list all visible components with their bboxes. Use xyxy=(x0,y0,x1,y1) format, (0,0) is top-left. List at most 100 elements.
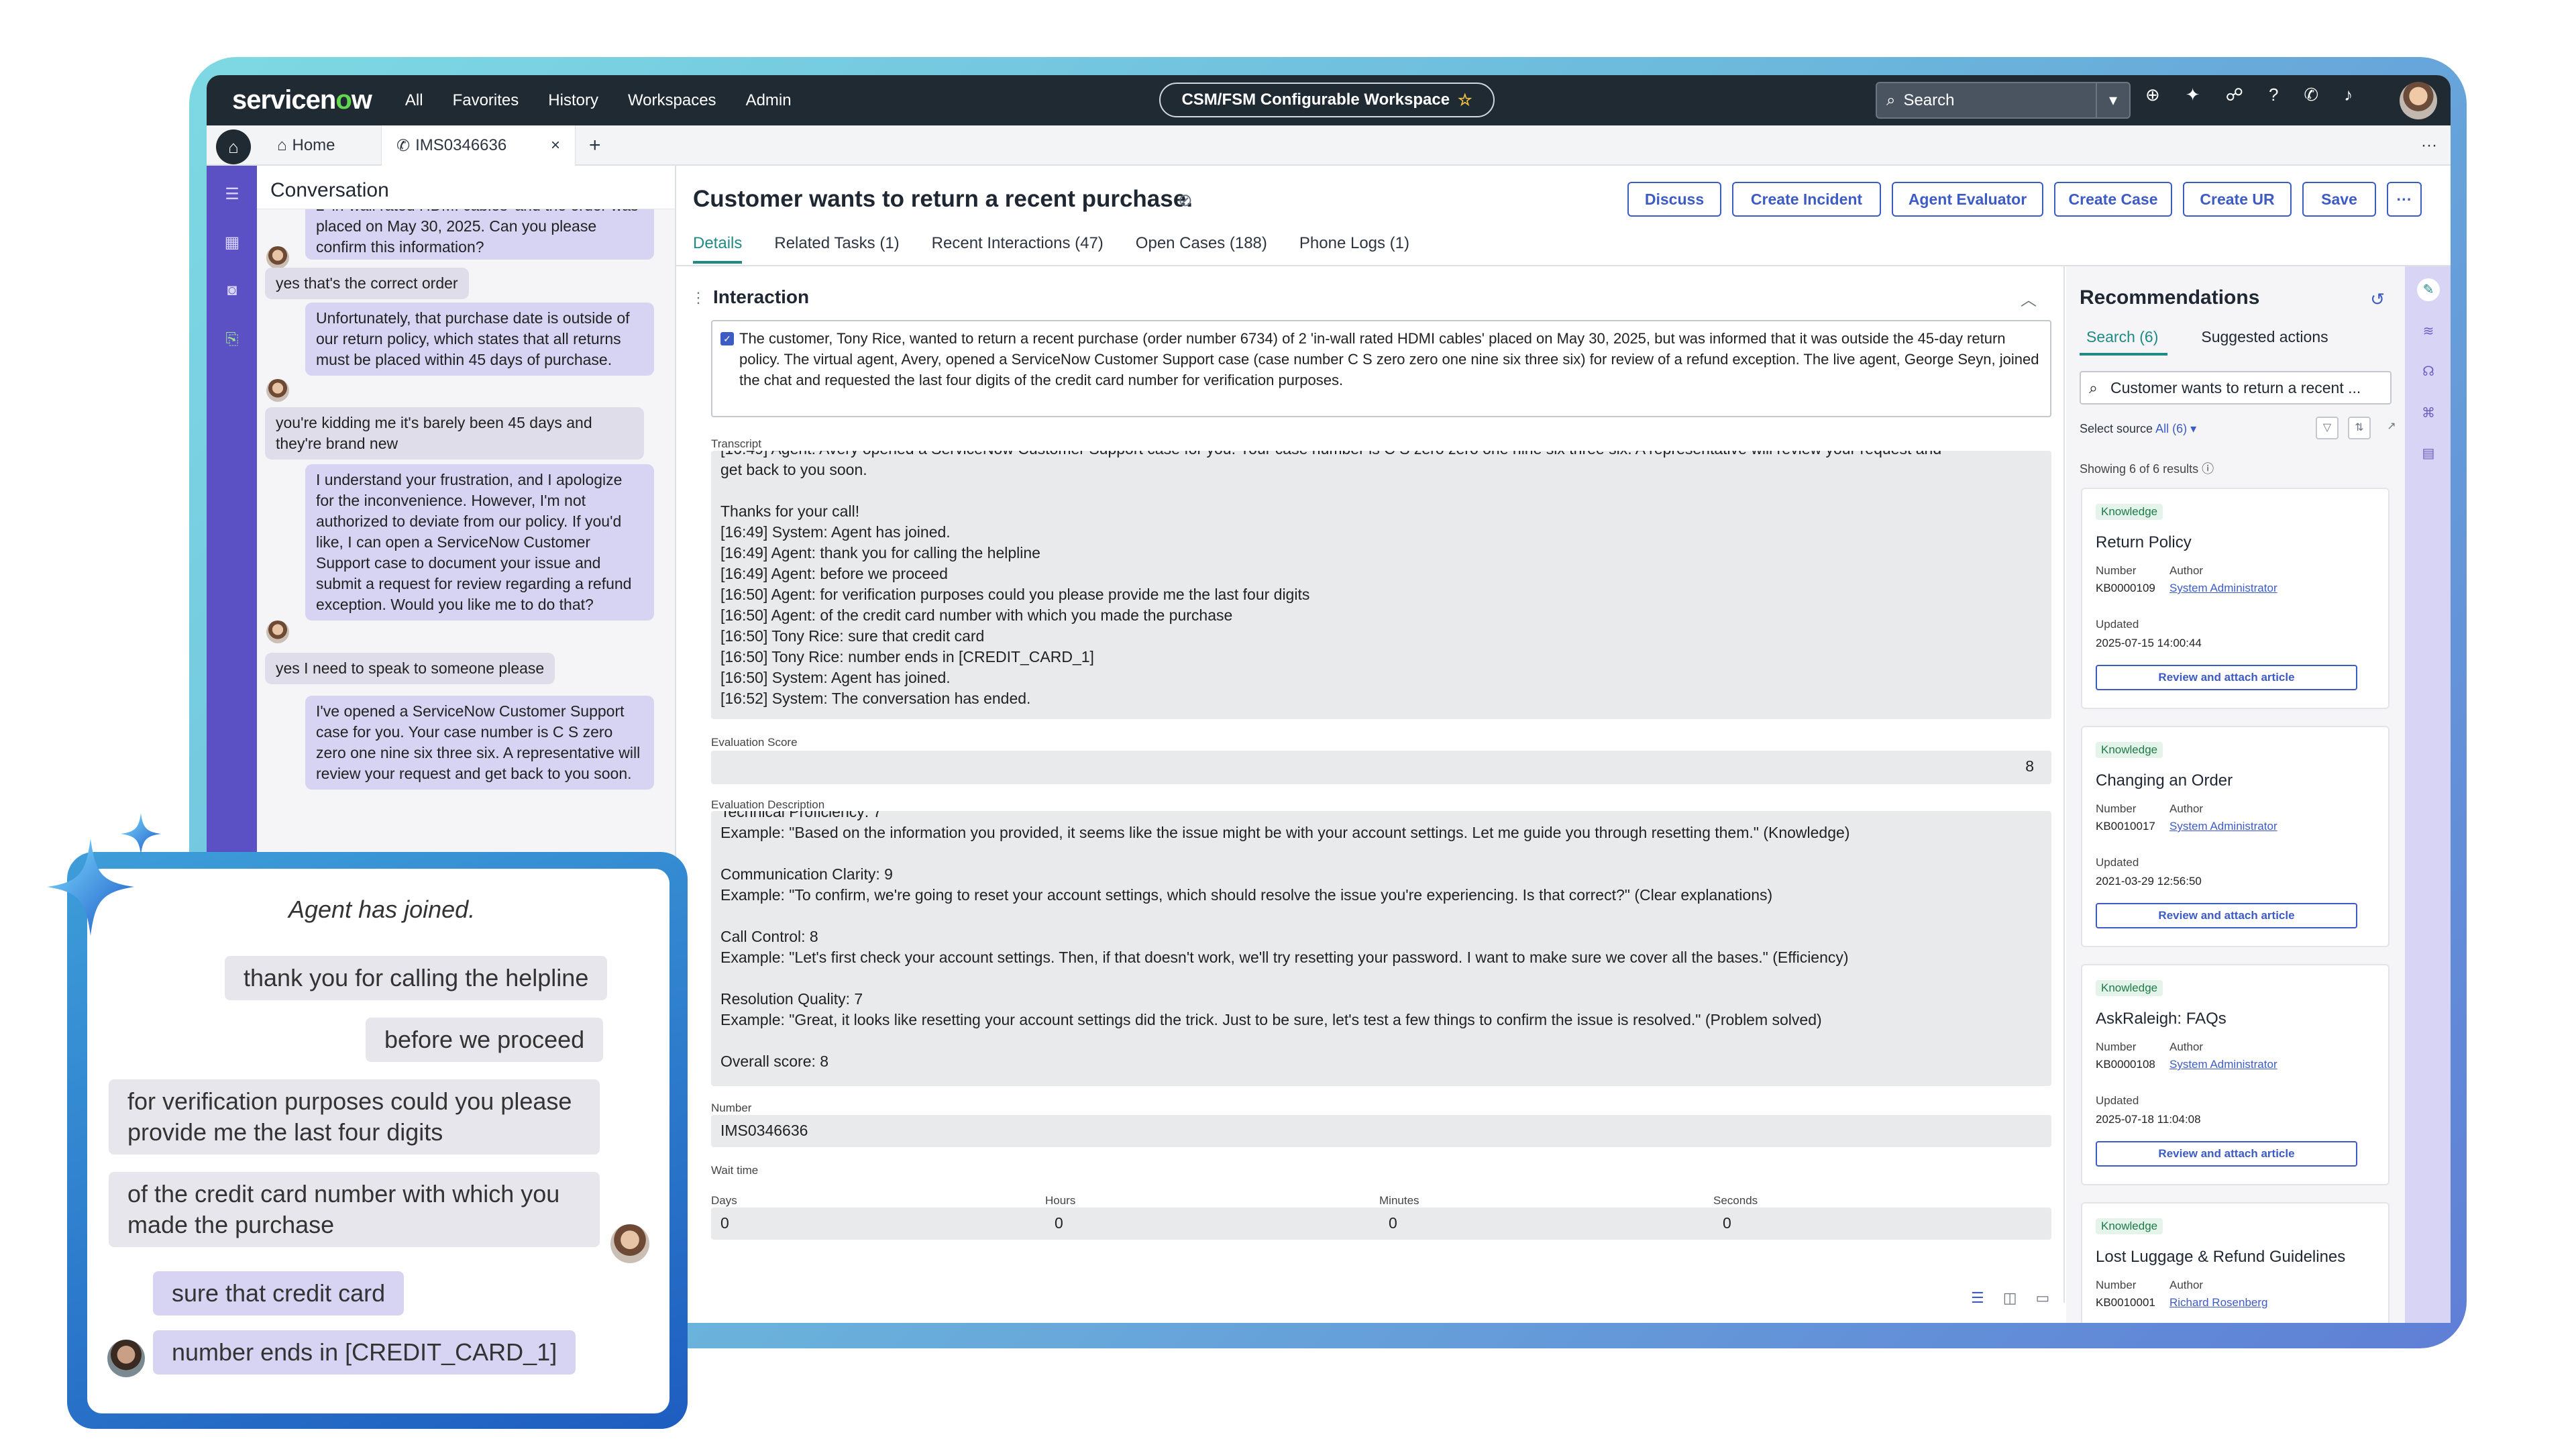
review-attach-button[interactable]: Review and attach article xyxy=(2096,665,2357,690)
star-icon[interactable]: ☆ xyxy=(1458,91,1472,110)
tab-recent-interactions[interactable]: Recent Interactions (47) xyxy=(932,234,1104,264)
chat-zoom-panel: Agent has joined. thank you for calling … xyxy=(87,869,669,1413)
author-link[interactable]: System Administrator xyxy=(2169,1058,2277,1071)
summary-field[interactable]: ✓ The customer, Tony Rice, wanted to ret… xyxy=(711,320,2051,417)
split-view-icon[interactable]: ◫ xyxy=(2003,1289,2017,1307)
transcript-line: [16:50] Agent: for verification purposes… xyxy=(720,586,1310,603)
create-incident-button[interactable]: Create Incident xyxy=(1732,182,1881,217)
table-icon[interactable]: ▦ xyxy=(220,233,244,253)
save-button[interactable]: Save xyxy=(2302,182,2376,217)
user-avatar[interactable] xyxy=(2400,82,2437,119)
transcript-line: [16:49] System: Agent has joined. xyxy=(720,523,951,541)
sort-icon[interactable]: ⇅ xyxy=(2348,417,2371,439)
create-case-button[interactable]: Create Case xyxy=(2054,182,2172,217)
attachment-icon[interactable]: ⌘ xyxy=(2417,402,2440,425)
recommendation-search-input[interactable]: ⌕ Customer wants to return a recent ... xyxy=(2080,371,2392,405)
select-source[interactable]: Select source All (6) ▾ xyxy=(2080,422,2196,436)
history-icon[interactable]: ↺ xyxy=(2370,289,2385,310)
recommendation-card[interactable]: Knowledge Changing an Order Number Autho… xyxy=(2081,726,2390,947)
inbox-icon[interactable]: ⎘ xyxy=(220,330,244,350)
checkbox-icon[interactable]: ✓ xyxy=(720,332,734,345)
edit-icon[interactable]: ✎ xyxy=(2417,278,2440,301)
search-scope-dropdown[interactable]: ▾ xyxy=(2096,83,2129,117)
bell-icon[interactable]: ♪ xyxy=(2344,85,2353,105)
recommendation-card[interactable]: Knowledge AskRaleigh: FAQs Number Author… xyxy=(2081,964,2390,1185)
days-value: 0 xyxy=(720,1214,729,1232)
list-icon[interactable]: ☰ xyxy=(220,184,244,205)
card-title[interactable]: Return Policy xyxy=(2096,533,2192,552)
user-message: sure that credit card xyxy=(153,1271,405,1316)
recommendation-card[interactable]: Knowledge Return Policy Number Author KB… xyxy=(2081,488,2390,709)
review-attach-button[interactable]: Review and attach article xyxy=(2096,903,2357,928)
tag-icon[interactable]: ⊘ xyxy=(1178,190,1193,211)
tab-home[interactable]: ⌂ Home xyxy=(264,125,349,166)
wait-time-field[interactable]: 0 0 0 0 xyxy=(711,1208,2051,1240)
agent-evaluator-button[interactable]: Agent Evaluator xyxy=(1892,182,2043,217)
updated-label: Updated xyxy=(2096,856,2139,869)
card-title[interactable]: Changing an Order xyxy=(2096,771,2233,790)
chat-icon[interactable]: ☍ xyxy=(2226,85,2243,105)
globe-icon[interactable]: ⊕ xyxy=(2145,85,2160,105)
eval-line: Example: "To confirm, we're going to res… xyxy=(720,886,1773,904)
sparkle-icon[interactable]: ✦ xyxy=(2186,85,2200,105)
customer-avatar xyxy=(107,1340,145,1377)
tab-related-tasks[interactable]: Related Tasks (1) xyxy=(774,234,899,264)
author-link[interactable]: System Administrator xyxy=(2169,582,2277,595)
number-label: Number xyxy=(711,1102,752,1114)
nav-favorites[interactable]: Favorites xyxy=(453,91,519,110)
headset-icon[interactable]: ☊ xyxy=(2417,360,2440,383)
tab-record[interactable]: ✆ IMS0346636 × xyxy=(381,125,576,166)
number-field[interactable]: IMS0346636 xyxy=(711,1115,2051,1147)
eval-desc-field[interactable]: Technical Proficiency: 7 Example: "Based… xyxy=(711,811,2051,1086)
help-icon[interactable]: ? xyxy=(2269,85,2278,105)
nav-admin[interactable]: Admin xyxy=(746,91,792,110)
list-view-icon[interactable]: ☰ xyxy=(1971,1289,1984,1307)
review-attach-button[interactable]: Review and attach article xyxy=(2096,1141,2357,1167)
external-link-icon[interactable]: ↗ xyxy=(2380,417,2403,439)
eval-score-field[interactable]: 8 xyxy=(711,751,2051,784)
eval-line: Communication Clarity: 9 xyxy=(720,865,893,883)
transcript-line: [16:50] Tony Rice: sure that credit card xyxy=(720,627,985,645)
card-title[interactable]: Lost Luggage & Refund Guidelines xyxy=(2096,1248,2345,1267)
tab-open-cases[interactable]: Open Cases (188) xyxy=(1136,234,1267,264)
servicenow-logo[interactable]: servicenow xyxy=(232,85,372,115)
workspace-selector[interactable]: CSM/FSM Configurable Workspace ☆ xyxy=(1159,83,1495,117)
tab-details[interactable]: Details xyxy=(693,234,743,264)
full-view-icon[interactable]: ▭ xyxy=(2036,1289,2050,1307)
more-icon[interactable]: ··· xyxy=(2421,125,2437,166)
tab-search[interactable]: Search (6) xyxy=(2080,328,2168,356)
create-ur-button[interactable]: Create UR xyxy=(2183,182,2292,217)
minutes-label: Minutes xyxy=(1379,1194,1419,1207)
camera-icon[interactable]: ◙ xyxy=(220,281,244,301)
tab-phone-logs[interactable]: Phone Logs (1) xyxy=(1299,234,1409,264)
filter-icon[interactable]: ▽ xyxy=(2316,417,2339,439)
transcript-field[interactable]: [16:49] Agent: Avery opened a ServiceNow… xyxy=(711,451,2051,719)
drag-handle-icon[interactable]: ⋮ xyxy=(691,289,706,307)
recommendation-card[interactable]: Knowledge Lost Luggage & Refund Guidelin… xyxy=(2081,1202,2390,1323)
new-tab-button[interactable]: + xyxy=(589,125,601,166)
days-label: Days xyxy=(711,1194,737,1207)
home-icon[interactable]: ⌂ xyxy=(216,129,251,164)
close-icon[interactable]: × xyxy=(551,136,560,155)
right-rail: ✎ ≋ ☊ ⌘ ▤ xyxy=(2405,266,2451,1323)
message-user: you're kidding me it's barely been 45 da… xyxy=(265,407,644,460)
more-actions-button[interactable]: ··· xyxy=(2387,182,2422,217)
author-link[interactable]: System Administrator xyxy=(2169,820,2277,833)
chevron-up-icon[interactable]: ︿ xyxy=(2021,286,2037,310)
card-title[interactable]: AskRaleigh: FAQs xyxy=(2096,1010,2226,1028)
discuss-button[interactable]: Discuss xyxy=(1627,182,1721,217)
nav-history[interactable]: History xyxy=(548,91,598,110)
wait-time-label: Wait time xyxy=(711,1164,759,1177)
knowledge-badge: Knowledge xyxy=(2096,1218,2163,1234)
author-label: Author xyxy=(2169,802,2204,815)
stack-icon[interactable]: ≋ xyxy=(2417,320,2440,343)
nav-workspaces[interactable]: Workspaces xyxy=(628,91,716,110)
transcript-line: [16:49] Agent: before we proceed xyxy=(720,565,948,582)
document-icon[interactable]: ▤ xyxy=(2417,442,2440,465)
tab-suggested-actions[interactable]: Suggested actions xyxy=(2194,328,2337,356)
phone-icon[interactable]: ✆ xyxy=(2304,85,2318,105)
author-link[interactable]: Richard Rosenberg xyxy=(2169,1296,2267,1309)
global-search[interactable]: ⌕ Search ▾ xyxy=(1876,82,2131,119)
nav-all[interactable]: All xyxy=(405,91,423,110)
author-label: Author xyxy=(2169,1040,2204,1053)
